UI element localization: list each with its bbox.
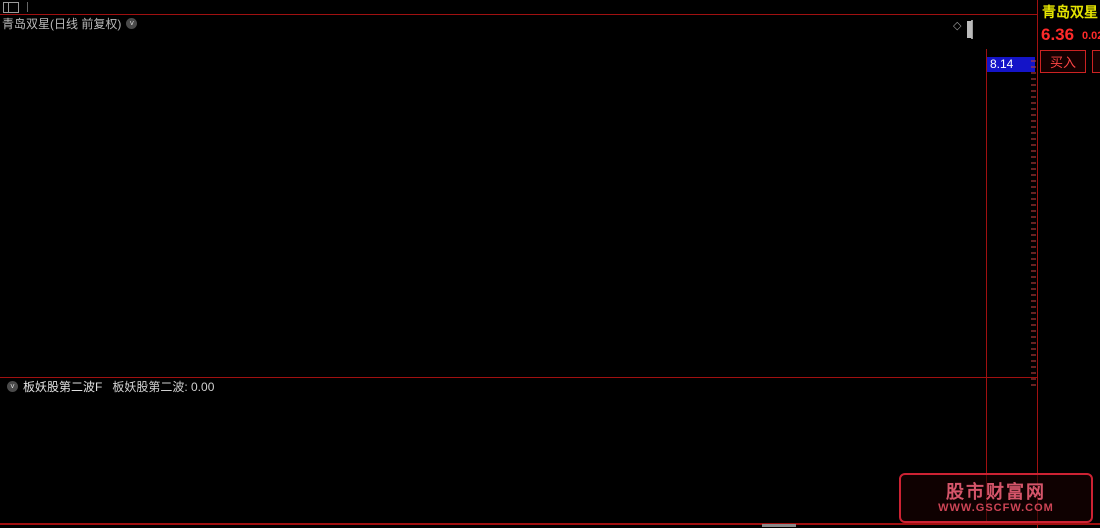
axis-text-strip	[1031, 60, 1036, 390]
chart-title: 青岛双星(日线 前复权)	[2, 16, 122, 31]
watermark-url: WWW.GSCFW.COM	[938, 502, 1054, 514]
divider	[27, 2, 28, 12]
collapse-chevron-icon[interactable]: ˅	[126, 17, 138, 29]
chart-info-row1: 青岛双星(日线 前复权) ˅	[0, 15, 986, 31]
layout-icon[interactable]	[3, 1, 19, 13]
sidebar-price: 6.36	[1041, 25, 1075, 44]
stock-app-window: 青岛双星(日线 前复权) ˅ ◇ ˅ 板妖股第二波F 板妖股第二波: 0.00 …	[0, 0, 1100, 528]
sidebar-stock-name[interactable]: 青岛双星	[1042, 2, 1098, 22]
price-axis: 8.14	[986, 49, 1037, 523]
indicator-chart[interactable]	[0, 390, 986, 523]
axis-border-line	[986, 49, 987, 523]
sell-button-clipped[interactable]	[1092, 50, 1100, 73]
highlighted-price-label: 8.14	[987, 57, 1035, 72]
watermark-box: 股市财富网 WWW.GSCFW.COM	[899, 473, 1093, 523]
scrollbar-thumb[interactable]	[762, 524, 796, 527]
bottom-border-line	[0, 523, 1100, 525]
candlestick-chart[interactable]	[0, 49, 986, 378]
sidebar-change: 0.02	[1082, 30, 1100, 42]
watermark-title: 股市财富网	[946, 482, 1046, 502]
daily-quote-row	[2, 31, 988, 48]
buy-button[interactable]: 买入	[1040, 50, 1087, 73]
right-sidebar: 青岛双星 6.36 0.02 买入	[1037, 0, 1100, 528]
top-menubar	[0, 0, 1100, 14]
